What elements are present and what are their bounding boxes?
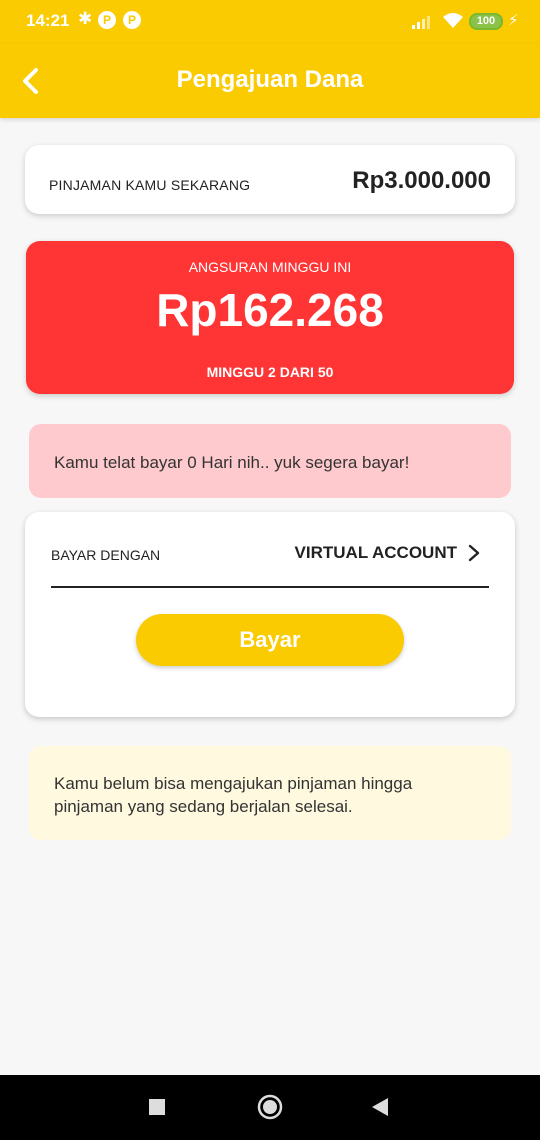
back-button[interactable] <box>340 1075 420 1140</box>
wifi-icon <box>443 13 463 28</box>
notification-p-icon: P <box>98 11 116 29</box>
signal-icon <box>412 16 430 29</box>
square-icon <box>149 1099 165 1115</box>
status-time: 14:21 <box>26 11 70 30</box>
loan-info-text: Kamu belum bisa mengajukan pinjaman hing… <box>54 774 413 816</box>
recent-apps-button[interactable] <box>117 1075 197 1140</box>
payment-method-value: VIRTUAL ACCOUNT <box>294 543 457 562</box>
system-nav-bar <box>0 1075 540 1140</box>
weekly-installment-card: ANGSURAN MINGGU INI Rp162.268 MINGGU 2 D… <box>26 241 514 394</box>
current-loan-label: PINJAMAN KAMU SEKARANG <box>49 177 251 193</box>
triangle-back-icon <box>372 1098 388 1116</box>
late-payment-notice: Kamu telat bayar 0 Hari nih.. yuk segera… <box>29 424 511 498</box>
pay-button[interactable]: Bayar <box>136 614 404 666</box>
loan-info-notice: Kamu belum bisa mengajukan pinjaman hing… <box>29 746 511 840</box>
payment-card: BAYAR DENGAN VIRTUAL ACCOUNT Bayar <box>25 512 515 717</box>
current-loan-amount: Rp3.000.000 <box>352 167 491 194</box>
payment-method-label: BAYAR DENGAN <box>51 547 161 563</box>
notification-p-icon: P <box>123 11 141 29</box>
circle-icon <box>257 1094 283 1120</box>
installment-amount: Rp162.268 <box>156 284 384 336</box>
battery-icon: 100 <box>469 13 503 30</box>
status-bar: 14:21 ✱ P P 100 ⚡ <box>0 0 540 44</box>
page-title: Pengajuan Dana <box>176 66 364 93</box>
installment-label: ANGSURAN MINGGU INI <box>188 259 352 275</box>
payment-method-selector[interactable]: BAYAR DENGAN VIRTUAL ACCOUNT <box>51 534 489 588</box>
late-payment-text: Kamu telat bayar 0 Hari nih.. yuk segera… <box>54 453 410 472</box>
charging-icon: ⚡ <box>508 12 519 29</box>
home-button[interactable] <box>230 1075 310 1140</box>
current-loan-card: PINJAMAN KAMU SEKARANG Rp3.000.000 <box>25 145 515 214</box>
app-bar: Pengajuan Dana <box>0 44 540 118</box>
chevron-right-icon <box>468 544 480 562</box>
installment-week: MINGGU 2 DARI 50 <box>206 364 334 380</box>
bluetooth-icon: ✱ <box>78 9 93 28</box>
